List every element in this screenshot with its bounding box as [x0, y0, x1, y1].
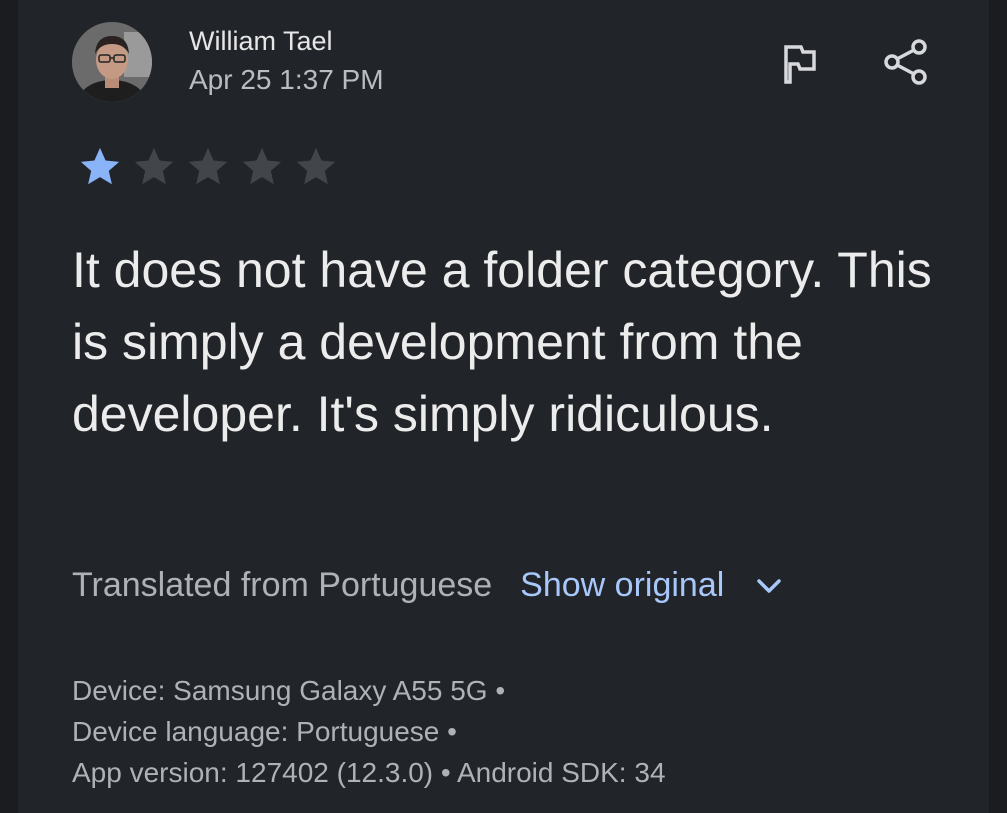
device-model: Device: Samsung Galaxy A55 5G • [72, 675, 506, 706]
report-button[interactable] [772, 36, 828, 92]
app-version: App version: 127402 (12.3.0) • Android S… [72, 757, 666, 788]
device-info: Device: Samsung Galaxy A55 5G • Device l… [72, 670, 666, 793]
avatar[interactable] [72, 22, 152, 102]
translation-row: Translated from Portuguese Show original [72, 566, 784, 605]
show-original-button[interactable]: Show original [520, 566, 724, 605]
star-empty-icon [242, 147, 282, 185]
star-filled-icon [80, 147, 120, 185]
review-card: William Tael Apr 25 1:37 PM It does not … [18, 0, 989, 813]
avatar-photo [72, 22, 152, 102]
star-rating [76, 144, 340, 190]
star-empty-icon [188, 147, 228, 185]
translated-label: Translated from Portuguese [72, 566, 493, 604]
star-empty-icon [296, 147, 336, 185]
device-language: Device language: Portuguese • [72, 716, 457, 747]
share-button[interactable] [878, 34, 934, 90]
flag-icon [784, 45, 816, 84]
star-empty-icon [134, 147, 174, 185]
author-name: William Tael [189, 26, 333, 56]
share-icon [884, 39, 927, 85]
review-date: Apr 25 1:37 PM [189, 64, 384, 95]
chevron-down-icon[interactable] [754, 576, 784, 596]
review-text: It does not have a folder category. This… [72, 242, 932, 442]
